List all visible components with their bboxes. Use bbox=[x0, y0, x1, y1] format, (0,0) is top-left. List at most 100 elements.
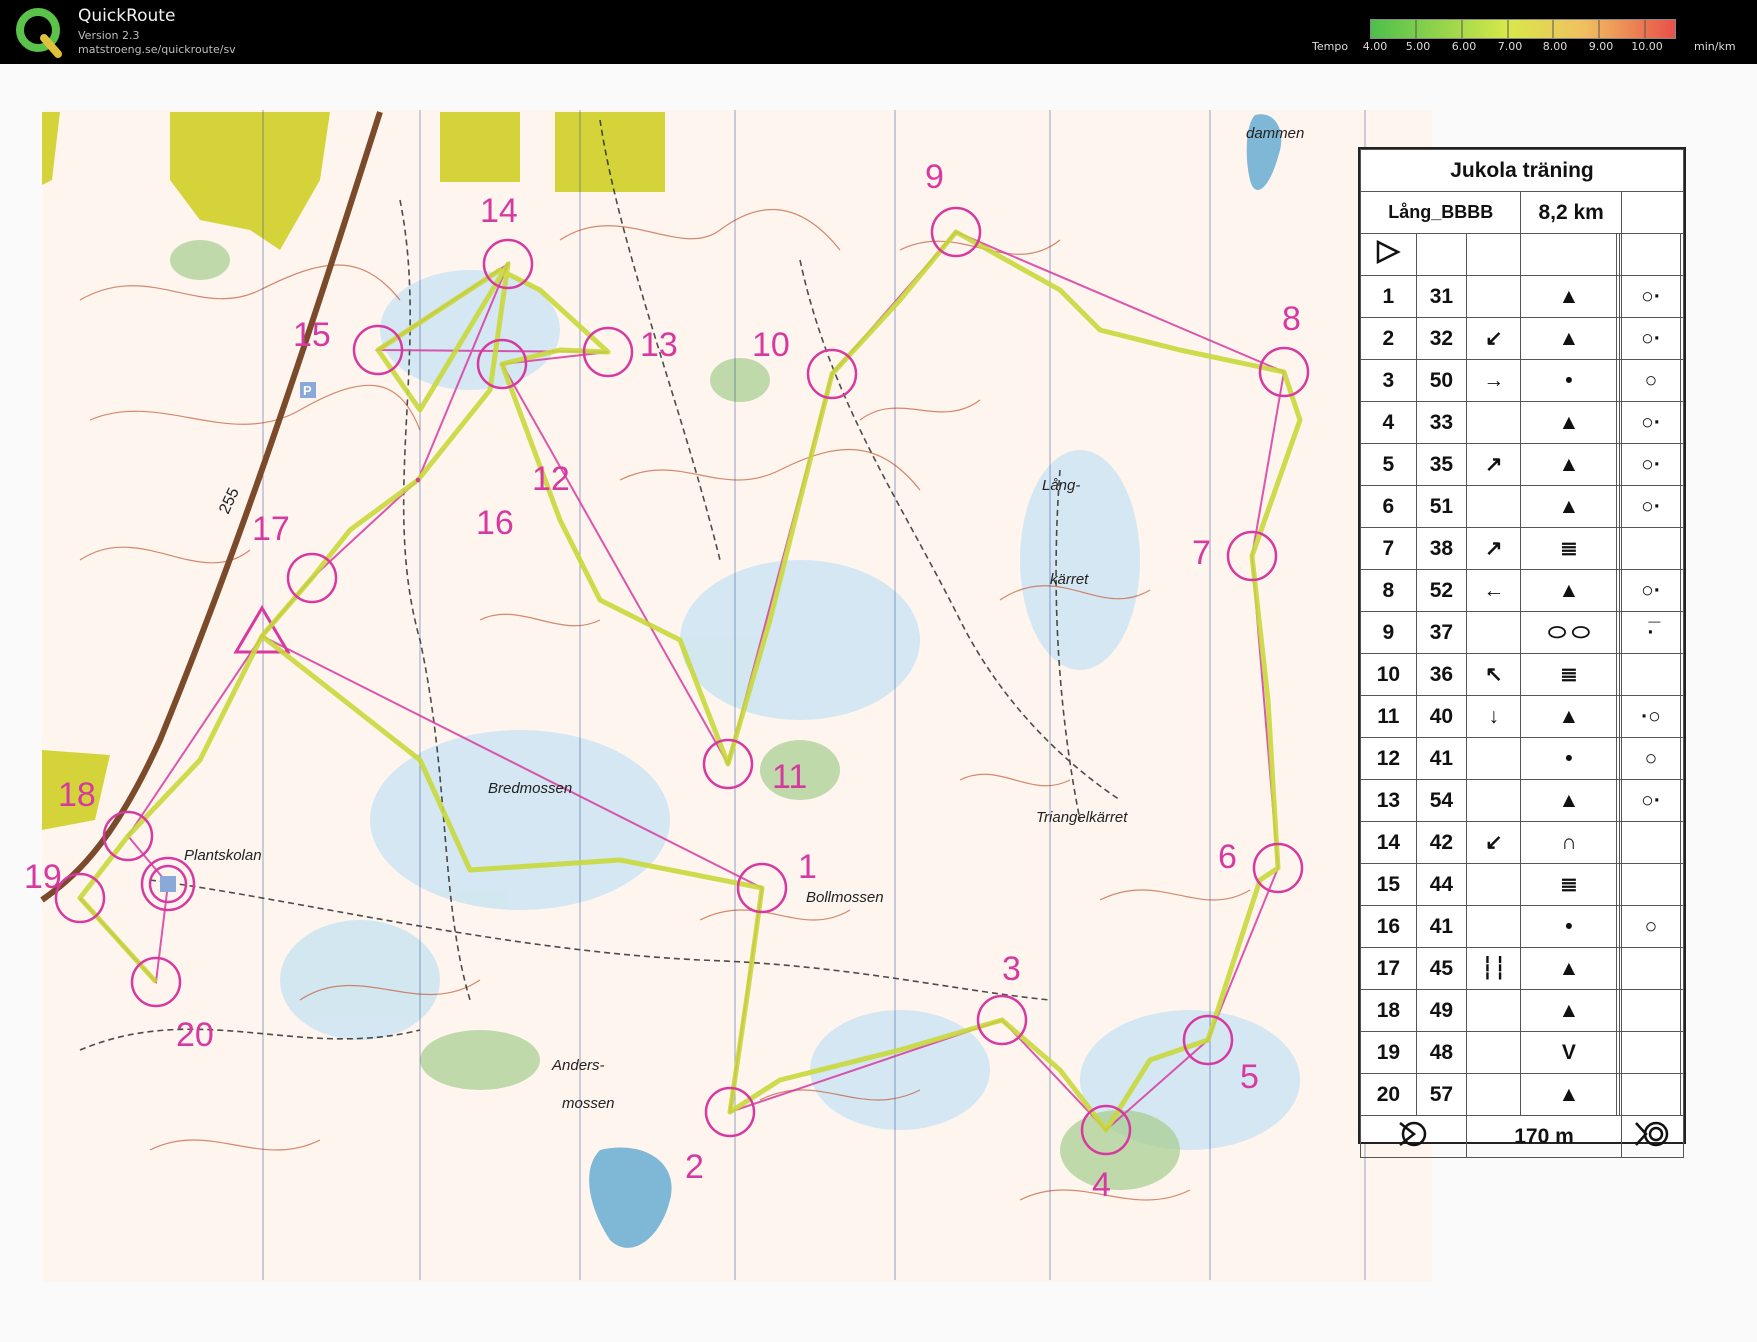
tempo-tick: 5.00 bbox=[1405, 40, 1431, 53]
empty-cell bbox=[1680, 359, 1684, 402]
control-row: 20 57 ▲ bbox=[1360, 1073, 1684, 1116]
control-number: 5 bbox=[1240, 1058, 1259, 1096]
empty-cell bbox=[1680, 905, 1684, 948]
control-code: 42 bbox=[1415, 821, 1468, 864]
detail-symbol bbox=[1620, 821, 1682, 864]
finish-distance: 170 m bbox=[1466, 1115, 1622, 1158]
control-number: 17 bbox=[1360, 947, 1417, 990]
control-row: 19 48 V bbox=[1360, 1031, 1684, 1074]
detail-symbol: ·̅ bbox=[1620, 611, 1682, 654]
detail-symbol: ○· bbox=[1620, 569, 1682, 612]
empty-cell bbox=[1680, 611, 1684, 654]
empty-cell bbox=[1680, 443, 1684, 486]
tempo-tick: 8.00 bbox=[1542, 40, 1568, 53]
control-code: 37 bbox=[1415, 611, 1468, 654]
control-number: 9 bbox=[925, 158, 944, 196]
start-symbol-icon bbox=[1360, 233, 1417, 276]
detail-symbol: ○· bbox=[1620, 779, 1682, 822]
control-number: 16 bbox=[1360, 905, 1417, 948]
direction-symbol bbox=[1466, 611, 1522, 654]
control-code: 33 bbox=[1415, 401, 1468, 444]
empty-cell bbox=[1680, 485, 1684, 528]
direction-symbol bbox=[1466, 401, 1522, 444]
detail-symbol bbox=[1620, 1073, 1682, 1116]
control-number: 17 bbox=[252, 510, 290, 548]
control-code: 54 bbox=[1415, 779, 1468, 822]
control-code: 48 bbox=[1415, 1031, 1468, 1074]
control-number: 7 bbox=[1360, 527, 1417, 570]
empty-cell bbox=[1680, 779, 1684, 822]
empty-cell bbox=[1680, 947, 1684, 990]
tempo-tick: 9.00 bbox=[1588, 40, 1614, 53]
control-number: 15 bbox=[293, 316, 331, 354]
control-number: 19 bbox=[24, 858, 62, 896]
app-header: QuickRoute Version 2.3 matstroeng.se/qui… bbox=[0, 0, 1757, 64]
empty-cell bbox=[1680, 527, 1684, 570]
detail-symbol: ○· bbox=[1620, 485, 1682, 528]
feature-symbol: ▲ bbox=[1520, 275, 1618, 318]
tempo-label: Tempo bbox=[1312, 40, 1349, 53]
control-number: 18 bbox=[1360, 989, 1417, 1032]
detail-symbol bbox=[1620, 527, 1682, 570]
control-row: 3 50 → • ○ bbox=[1360, 359, 1684, 402]
place-name: Lång- bbox=[1042, 477, 1080, 494]
empty-cell bbox=[1680, 275, 1684, 318]
control-number: 5 bbox=[1360, 443, 1417, 486]
control-number: 2 bbox=[1360, 317, 1417, 360]
parking-start-icon bbox=[160, 876, 176, 892]
control-number: 20 bbox=[176, 1016, 214, 1054]
control-row: 1 31 ▲ ○· bbox=[1360, 275, 1684, 318]
control-row: 15 44 ≣ bbox=[1360, 863, 1684, 906]
direction-symbol: ┆┆ bbox=[1466, 947, 1522, 990]
detail-symbol: ○· bbox=[1620, 401, 1682, 444]
control-code: 51 bbox=[1415, 485, 1468, 528]
control-description-sheet: Jukola träning Lång_BBBB 8,2 km 1 31 ▲ ○· 2 3… bbox=[1358, 147, 1686, 1158]
empty-cell bbox=[1680, 737, 1684, 780]
direction-symbol bbox=[1466, 863, 1522, 906]
direction-symbol: ↗ bbox=[1466, 527, 1522, 570]
control-number: 7 bbox=[1192, 534, 1211, 572]
detail-symbol bbox=[1620, 947, 1682, 990]
control-number: 4 bbox=[1360, 401, 1417, 444]
feature-symbol: ▲ bbox=[1520, 947, 1618, 990]
control-number: 6 bbox=[1218, 838, 1237, 876]
direction-symbol bbox=[1466, 989, 1522, 1032]
empty-cell bbox=[1680, 1073, 1684, 1116]
control-row: 16 41 • ○ bbox=[1360, 905, 1684, 948]
empty-cell bbox=[1680, 317, 1684, 360]
empty-cell bbox=[1680, 821, 1684, 864]
direction-symbol: ↖ bbox=[1466, 653, 1522, 696]
place-name: Bredmossen bbox=[488, 780, 572, 797]
control-code: 44 bbox=[1415, 863, 1468, 906]
control-number: 12 bbox=[1360, 737, 1417, 780]
place-name: Triangelkärret bbox=[1036, 809, 1128, 826]
place-name: mossen bbox=[562, 1095, 615, 1112]
direction-symbol bbox=[1466, 737, 1522, 780]
control-row: 9 37 ⬭ ⬭ ·̅ bbox=[1360, 611, 1684, 654]
app-url[interactable]: matstroeng.se/quickroute/sv bbox=[78, 43, 236, 56]
feature-symbol: ≣ bbox=[1520, 653, 1618, 696]
direction-symbol bbox=[1466, 905, 1522, 948]
control-row: 6 51 ▲ ○· bbox=[1360, 485, 1684, 528]
direction-symbol bbox=[1466, 275, 1522, 318]
detail-symbol: ○ bbox=[1620, 905, 1682, 948]
course-length: 8,2 km bbox=[1520, 191, 1622, 234]
control-number: 11 bbox=[772, 758, 807, 796]
detail-symbol bbox=[1620, 989, 1682, 1032]
control-number: 3 bbox=[1002, 950, 1021, 988]
parking-icon: P bbox=[300, 382, 316, 398]
direction-symbol bbox=[1466, 779, 1522, 822]
empty-cell bbox=[1680, 653, 1684, 696]
detail-symbol: ○· bbox=[1620, 443, 1682, 486]
detail-symbol bbox=[1620, 863, 1682, 906]
place-name: kärret bbox=[1050, 571, 1089, 588]
feature-symbol: ▲ bbox=[1520, 1073, 1618, 1116]
control-code: 41 bbox=[1415, 737, 1468, 780]
detail-symbol: ○ bbox=[1620, 737, 1682, 780]
tempo-tick: 7.00 bbox=[1497, 40, 1523, 53]
control-number: 16 bbox=[476, 504, 514, 542]
control-code: 41 bbox=[1415, 905, 1468, 948]
control-number: 6 bbox=[1360, 485, 1417, 528]
tempo-color-scale bbox=[1370, 19, 1676, 39]
feature-symbol: • bbox=[1520, 905, 1618, 948]
